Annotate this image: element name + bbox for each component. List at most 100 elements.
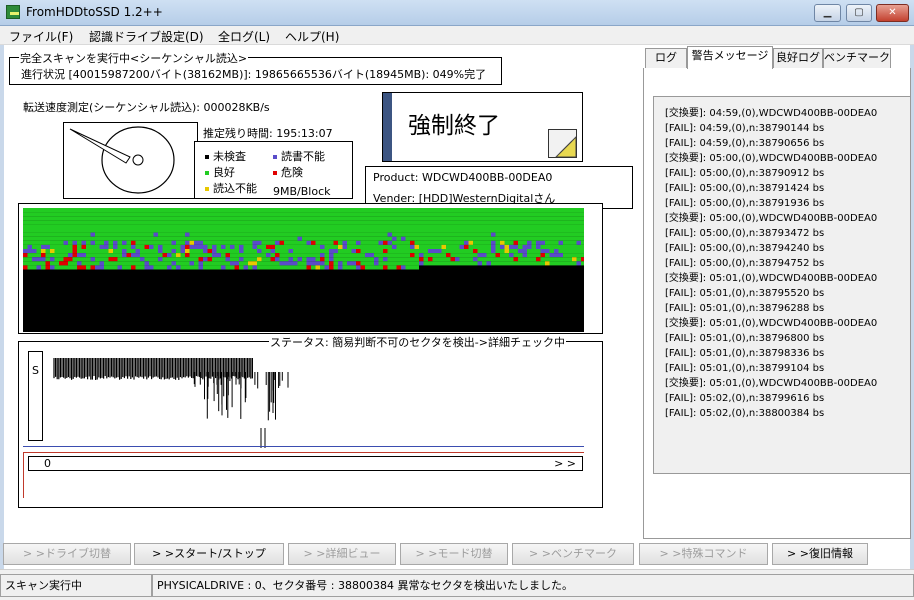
block-cell xyxy=(288,212,293,217)
block-cell xyxy=(113,240,118,245)
block-cell xyxy=(81,257,86,262)
block-cell xyxy=(527,236,532,241)
block-cell xyxy=(248,236,253,241)
block-cell xyxy=(90,236,95,241)
block-cell xyxy=(518,224,523,229)
block-cell xyxy=(491,232,496,237)
block-cell xyxy=(266,240,271,245)
block-cell xyxy=(275,212,280,217)
block-cell xyxy=(311,240,316,245)
block-cell xyxy=(549,216,554,221)
block-cell xyxy=(468,249,473,254)
block-cell xyxy=(90,261,95,266)
block-cell xyxy=(212,212,217,217)
block-cell xyxy=(419,208,424,213)
block-cell xyxy=(23,249,28,254)
warning-log[interactable]: [交換要]: 04:59,(0),WDCWD400BB-00DEA0 [FAIL]… xyxy=(653,96,910,474)
block-cell xyxy=(473,253,478,258)
block-cell xyxy=(576,257,581,262)
block-cell xyxy=(284,232,289,237)
block-cell xyxy=(108,253,113,258)
tab-warnings-label: 警告メッセージ xyxy=(691,49,769,62)
start-stop-button[interactable]: > >スタート/ストップ xyxy=(134,543,284,565)
block-cell xyxy=(428,228,433,233)
block-cell xyxy=(396,228,401,233)
block-cell xyxy=(383,228,388,233)
block-cell xyxy=(63,257,68,262)
block-cell xyxy=(572,257,577,262)
tab-log[interactable]: ログ xyxy=(645,48,687,68)
block-cell xyxy=(558,261,563,266)
block-cell xyxy=(513,257,518,262)
mode-switch-button[interactable]: > >モード切替 xyxy=(400,543,508,565)
tab-warnings[interactable]: 警告メッセージ xyxy=(687,46,773,69)
close-button[interactable]: ✕ xyxy=(876,4,909,22)
block-cell xyxy=(468,244,473,249)
block-cell xyxy=(162,220,167,225)
block-cell xyxy=(243,220,248,225)
block-cell xyxy=(446,228,451,233)
block-cell xyxy=(365,261,370,266)
block-cell xyxy=(509,244,514,249)
block-cell xyxy=(558,220,563,225)
block-cell xyxy=(468,212,473,217)
block-cell xyxy=(437,253,442,258)
block-cell xyxy=(140,228,145,233)
block-cell xyxy=(464,253,469,258)
drive-switch-button[interactable]: > >ドライブ切替 xyxy=(3,543,131,565)
block-cell xyxy=(180,224,185,229)
block-cell xyxy=(180,220,185,225)
block-cell xyxy=(513,261,518,266)
block-cell xyxy=(207,257,212,262)
tab-good-log[interactable]: 良好ログ xyxy=(773,48,823,68)
block-cell xyxy=(266,208,271,213)
block-cell xyxy=(230,220,235,225)
block-cell xyxy=(387,244,392,249)
block-cell xyxy=(401,220,406,225)
block-cell xyxy=(536,240,541,245)
detail-view-button[interactable]: > >詳細ビュー xyxy=(288,543,396,565)
block-cell xyxy=(405,232,410,237)
maximize-button[interactable]: ▢ xyxy=(846,4,872,22)
block-cell xyxy=(180,208,185,213)
block-cell xyxy=(500,240,505,245)
block-cell xyxy=(567,228,572,233)
recovery-info-button[interactable]: > >復旧情報 xyxy=(772,543,868,565)
log-line: [交換要]: 05:01,(0),WDCWD400BB-00DEA0 xyxy=(665,378,878,389)
block-cell xyxy=(252,244,257,249)
tab-benchmark[interactable]: ベンチマーク xyxy=(823,48,891,68)
menu-all-logs[interactable]: 全ログ(L) xyxy=(218,28,270,45)
block-cell xyxy=(581,244,584,249)
block-cell xyxy=(176,228,181,233)
block-cell xyxy=(108,208,113,213)
block-cell xyxy=(558,232,563,237)
block-cell xyxy=(383,253,388,258)
block-cell xyxy=(387,216,392,221)
block-cell xyxy=(306,253,311,258)
block-cell xyxy=(383,212,388,217)
block-cell xyxy=(32,212,37,217)
block-cell xyxy=(329,257,334,262)
block-cell xyxy=(531,236,536,241)
special-command-button[interactable]: > >特殊コマンド xyxy=(639,543,768,565)
block-cell xyxy=(234,212,239,217)
block-cell xyxy=(342,244,347,249)
block-cell xyxy=(378,240,383,245)
benchmark-button[interactable]: > >ベンチマーク xyxy=(512,543,634,565)
block-cell xyxy=(225,236,230,241)
block-cell xyxy=(158,232,163,237)
block-cell xyxy=(360,224,365,229)
block-cell xyxy=(63,244,68,249)
menu-drive-settings[interactable]: 認識ドライブ設定(D) xyxy=(89,28,204,45)
menu-help[interactable]: ヘルプ(H) xyxy=(285,28,339,45)
block-cell xyxy=(545,216,550,221)
block-cell xyxy=(59,224,64,229)
block-cell xyxy=(86,240,91,245)
force-stop-button[interactable]: 強制終了 xyxy=(382,92,583,162)
block-cell xyxy=(72,240,77,245)
block-cell xyxy=(104,265,109,270)
block-cell xyxy=(261,244,266,249)
block-cell xyxy=(387,228,392,233)
menu-file[interactable]: ファイル(F) xyxy=(9,28,73,45)
minimize-button[interactable]: ▁ xyxy=(814,4,841,22)
